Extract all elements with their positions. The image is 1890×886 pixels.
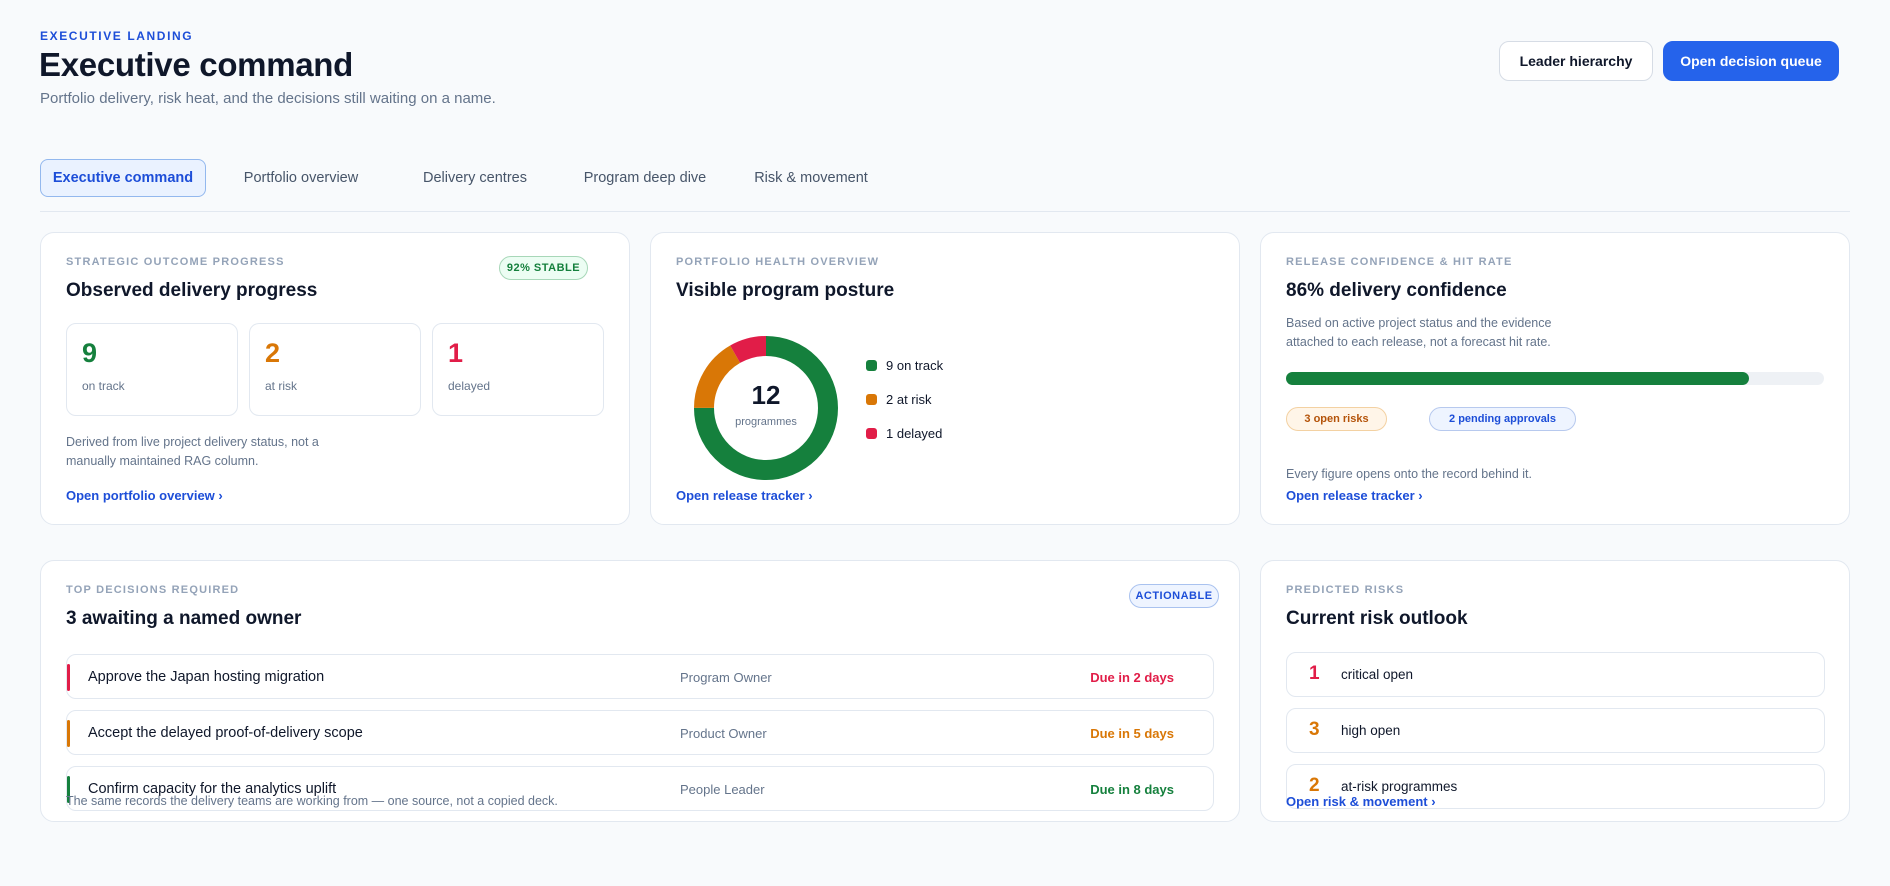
legend-on-track: 9 on track <box>866 358 943 373</box>
stat-value: 9 <box>82 338 98 368</box>
tab-executive-command[interactable]: Executive command <box>40 159 206 197</box>
stat-delayed[interactable]: 1 delayed <box>432 323 604 416</box>
open-portfolio-overview-link[interactable]: Open portfolio overview › <box>66 488 223 503</box>
health-title: Visible program posture <box>676 280 895 301</box>
tab-delivery-centres[interactable]: Delivery centres <box>410 159 540 197</box>
legend-at-risk: 2 at risk <box>866 392 932 407</box>
tab-program-deep-dive[interactable]: Program deep dive <box>576 159 714 197</box>
stat-value: 2 <box>265 338 281 368</box>
open-risks-chip[interactable]: 3 open risks <box>1286 407 1387 431</box>
stat-label: at risk <box>265 379 298 393</box>
legend-label: 9 on track <box>886 358 944 373</box>
decision-title: Approve the Japan hosting migration <box>88 669 325 685</box>
risk-label: high open <box>1341 723 1401 738</box>
decision-row[interactable]: Approve the Japan hosting migration Prog… <box>66 654 1214 699</box>
stat-on-track[interactable]: 9 on track <box>66 323 238 416</box>
strategic-title: Observed delivery progress <box>66 280 318 301</box>
decision-owner: Product Owner <box>680 726 767 741</box>
decision-due: Due in 8 days <box>1090 782 1174 797</box>
tab-risk-movement[interactable]: Risk & movement <box>746 159 876 197</box>
leader-hierarchy-button[interactable]: Leader hierarchy <box>1499 41 1653 81</box>
legend-delayed: 1 delayed <box>866 426 942 441</box>
decision-owner: People Leader <box>680 782 765 797</box>
decision-owner: Program Owner <box>680 670 772 685</box>
decisions-eyebrow: TOP DECISIONS REQUIRED <box>66 584 240 596</box>
legend-swatch <box>866 394 877 405</box>
stable-badge: 92% STABLE <box>499 256 588 280</box>
risk-count: 3 <box>1309 719 1320 740</box>
page-eyebrow: EXECUTIVE LANDING <box>40 29 194 43</box>
decisions-title: 3 awaiting a named owner <box>66 608 302 629</box>
page-subtitle: Portfolio delivery, risk heat, and the d… <box>40 90 496 107</box>
strategic-eyebrow: STRATEGIC OUTCOME PROGRESS <box>66 256 285 268</box>
risk-label: critical open <box>1341 667 1414 682</box>
decision-row[interactable]: Accept the delayed proof-of-delivery sco… <box>66 710 1214 755</box>
open-risk-movement-link[interactable]: Open risk & movement › <box>1286 794 1436 809</box>
risks-eyebrow: PREDICTED RISKS <box>1286 584 1405 596</box>
strategic-note-line1: Derived from live project delivery statu… <box>66 435 319 449</box>
priority-bar <box>67 664 70 691</box>
open-release-tracker-link-2[interactable]: Open release tracker › <box>1286 488 1423 503</box>
tab-portfolio-overview[interactable]: Portfolio overview <box>228 159 374 197</box>
donut-total: 12 <box>751 380 781 410</box>
legend-label: 1 delayed <box>886 426 943 441</box>
stat-at-risk[interactable]: 2 at risk <box>249 323 421 416</box>
risk-count: 1 <box>1309 663 1320 684</box>
strategic-note-line2: manually maintained RAG column. <box>66 454 259 468</box>
decision-due: Due in 5 days <box>1090 726 1174 741</box>
open-decision-queue-button[interactable]: Open decision queue <box>1663 41 1839 81</box>
legend-swatch <box>866 428 877 439</box>
legend-swatch <box>866 360 877 371</box>
release-footer: Every figure opens onto the record behin… <box>1286 467 1532 481</box>
decision-title: Accept the delayed proof-of-delivery sco… <box>88 725 363 741</box>
stat-label: delayed <box>448 379 491 393</box>
progress-fill <box>1286 372 1749 385</box>
release-note-line1: Based on active project status and the e… <box>1286 316 1552 330</box>
actionable-badge: ACTIONABLE <box>1129 584 1219 608</box>
risk-row-high[interactable]: 3 high open <box>1286 708 1825 753</box>
legend-label: 2 at risk <box>886 392 932 407</box>
stat-label: on track <box>82 379 125 393</box>
priority-bar <box>67 720 70 747</box>
release-note-line2: attached to each release, not a forecast… <box>1286 335 1551 349</box>
open-release-tracker-link[interactable]: Open release tracker › <box>676 488 813 503</box>
stat-value: 1 <box>448 338 464 368</box>
risk-label: at-risk programmes <box>1341 779 1458 794</box>
tabs-divider <box>40 211 1850 212</box>
decision-due: Due in 2 days <box>1090 670 1174 685</box>
release-eyebrow: RELEASE CONFIDENCE & HIT RATE <box>1286 256 1513 268</box>
page-title: Executive command <box>39 46 354 83</box>
pending-approvals-chip[interactable]: 2 pending approvals <box>1429 407 1576 431</box>
risks-title: Current risk outlook <box>1286 608 1468 629</box>
donut-caption: programmes <box>735 416 797 428</box>
decisions-footer: The same records the delivery teams are … <box>66 794 558 808</box>
health-eyebrow: PORTFOLIO HEALTH OVERVIEW <box>676 256 880 268</box>
release-title: 86% delivery confidence <box>1286 280 1507 301</box>
risk-row-critical[interactable]: 1 critical open <box>1286 652 1825 697</box>
delivery-confidence-progress <box>1286 372 1824 385</box>
